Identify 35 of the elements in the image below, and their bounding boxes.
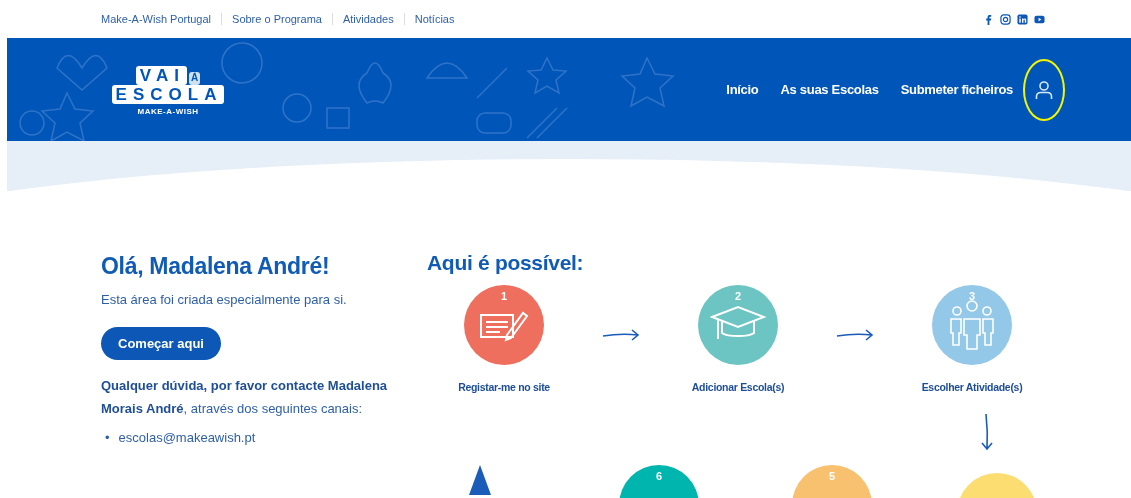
linkedin-icon[interactable] <box>1017 13 1028 25</box>
people-group-icon <box>947 299 997 351</box>
step-label: Registar-me no site <box>458 381 550 393</box>
right-arrow-icon <box>602 329 640 341</box>
instagram-icon[interactable] <box>1000 13 1011 25</box>
down-arrow-icon <box>981 413 993 451</box>
nav-link[interactable]: Início <box>726 82 759 97</box>
top-nav-link[interactable]: Atividades <box>331 13 404 25</box>
bullet: • <box>105 430 110 445</box>
logo-word: ESCOLA <box>111 84 225 104</box>
step-label: Escolher Atividade(s) <box>921 381 1023 393</box>
step-number: 1 <box>500 290 508 302</box>
top-nav-link[interactable]: Make-A-Wish Portugal <box>101 13 222 25</box>
contact-text: Qualquer dúvida, por favor contacte Madalena Morais André, através dos seguintes canais: <box>101 377 389 418</box>
contact-email: escolas@makeawish.pt <box>118 430 256 445</box>
step-number: 6 <box>655 470 663 482</box>
step-number: 2 <box>734 290 742 302</box>
step-number: 5 <box>828 470 836 482</box>
account-button[interactable] <box>1023 58 1065 121</box>
step-number: 3 <box>968 290 976 302</box>
right-arrow-icon <box>836 329 874 341</box>
user-icon <box>1035 79 1053 100</box>
greeting-heading: Olá, Madalena André! <box>101 253 331 280</box>
facebook-icon[interactable] <box>983 13 994 25</box>
logo-word: VAI <box>135 65 187 85</box>
step-label: Adicionar Escola(s) <box>691 381 785 393</box>
steps-heading: Aqui é possível: <box>427 251 585 275</box>
nav-link[interactable]: As suas Escolas <box>780 82 879 97</box>
nav-link[interactable]: Submeter ficheiros <box>900 82 1013 97</box>
top-nav-link[interactable]: Notícias <box>403 13 465 25</box>
start-button[interactable]: Começar aqui <box>101 327 221 360</box>
youtube-icon[interactable] <box>1034 13 1045 25</box>
intro-text: Esta área foi criada especialmente para si. <box>101 292 348 307</box>
logo-tagline: MAKE-A-WISH <box>137 106 199 116</box>
top-nav-link[interactable]: Sobre o Programa <box>221 13 332 25</box>
